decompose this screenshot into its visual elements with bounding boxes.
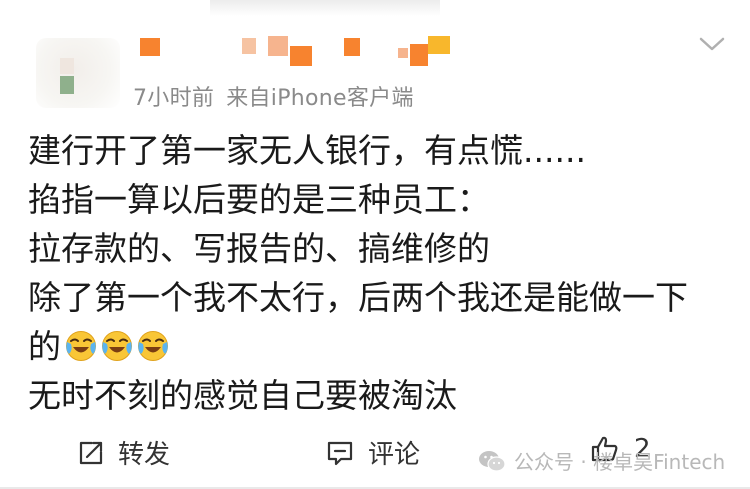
crying-laughing-emoji (66, 331, 96, 361)
watermark-text: 公众号 · 楼卓昊Fintech (514, 450, 726, 474)
comment-button[interactable]: 评论 (326, 434, 420, 471)
post-meta: 7小时前 来自iPhone客户端 (133, 80, 414, 112)
mosaic-block (268, 36, 288, 56)
post-text-line: 建行开了第一家无人银行，有点慌...... (28, 131, 586, 170)
mosaic-block (344, 38, 360, 56)
comment-label: 评论 (368, 440, 421, 470)
post-content: 建行开了第一家无人银行，有点慌...... 掐指一算以后要的是三种员工： 拉存款… (28, 126, 728, 420)
chevron-down-icon[interactable] (698, 34, 726, 54)
post-text-line-with-emoji: 的 (28, 322, 728, 371)
crying-laughing-emoji (102, 331, 132, 361)
mosaic-block (428, 36, 450, 54)
post-time: 7小时前 (133, 86, 215, 111)
mosaic-block (398, 48, 408, 58)
comment-icon (327, 441, 353, 465)
wechat-icon (479, 450, 506, 472)
top-fade (210, 0, 440, 16)
mosaic-block (410, 44, 428, 66)
post-source[interactable]: 来自iPhone客户端 (226, 86, 414, 111)
mosaic-block (290, 46, 312, 66)
repost-icon (79, 441, 103, 464)
post-text-line: 拉存款的、写报告的、搞维修的 (28, 229, 490, 268)
mosaic-block (140, 38, 160, 56)
repost-label: 转发 (118, 440, 171, 470)
repost-button[interactable]: 转发 (78, 434, 170, 471)
crying-laughing-emoji (138, 331, 168, 361)
username-mosaic[interactable] (140, 34, 470, 74)
post-text-line: 除了第一个我不太行，后两个我还是能做一下 (28, 278, 688, 317)
post-text-fragment: 的 (28, 327, 61, 366)
post-text-line: 掐指一算以后要的是三种员工： (28, 180, 490, 219)
avatar[interactable] (36, 38, 120, 108)
mosaic-block (242, 38, 256, 54)
avatar-mosaic-block (60, 58, 74, 74)
watermark: 公众号 · 楼卓昊Fintech (478, 446, 725, 475)
post-text-line: 无时不刻的感觉自己要被淘汰 (28, 376, 457, 415)
avatar-mosaic-block (60, 76, 74, 94)
